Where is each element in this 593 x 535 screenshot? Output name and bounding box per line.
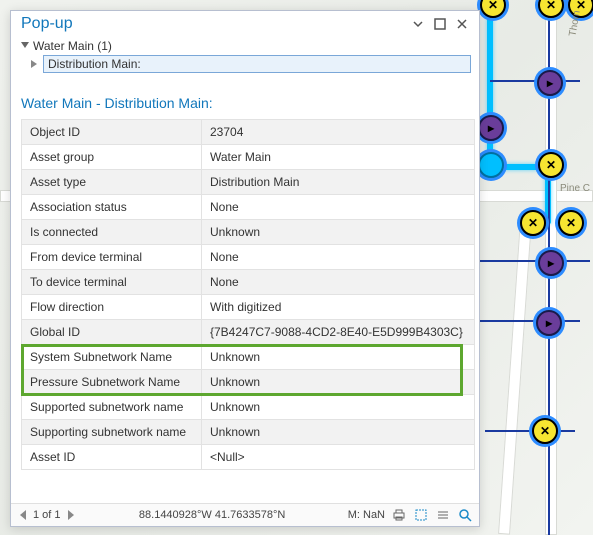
- table-row: Flow directionWith digitized: [22, 295, 475, 320]
- print-icon[interactable]: [391, 507, 407, 523]
- attr-key: Is connected: [22, 220, 202, 245]
- prev-icon[interactable]: [17, 508, 31, 522]
- attr-value: Unknown: [202, 370, 475, 395]
- attr-key: To device terminal: [22, 270, 202, 295]
- attr-key: Pressure Subnetwork Name: [22, 370, 202, 395]
- attribute-table: Object ID23704Asset groupWater MainAsset…: [21, 119, 475, 470]
- table-row: Supporting subnetwork nameUnknown: [22, 420, 475, 445]
- close-icon[interactable]: [453, 15, 471, 33]
- attr-value: 23704: [202, 120, 475, 145]
- table-row: Supported subnetwork nameUnknown: [22, 395, 475, 420]
- table-row: Asset groupWater Main: [22, 145, 475, 170]
- attr-value: None: [202, 195, 475, 220]
- attr-key: Supporting subnetwork name: [22, 420, 202, 445]
- coordinates-text: 88.1440928°W 41.7633578°N: [139, 509, 285, 521]
- table-row: Association statusNone: [22, 195, 475, 220]
- scale-text: M: NaN: [348, 509, 385, 521]
- tree-root-item[interactable]: Water Main (1): [19, 37, 471, 55]
- attr-value: Unknown: [202, 395, 475, 420]
- attr-key: Association status: [22, 195, 202, 220]
- attr-value: With digitized: [202, 295, 475, 320]
- zoom-icon[interactable]: [457, 507, 473, 523]
- chevron-right-icon[interactable]: [29, 58, 41, 70]
- attr-value: Unknown: [202, 345, 475, 370]
- tree-child-label: Distribution Main:: [43, 55, 471, 73]
- panel-header: Pop-up: [11, 11, 479, 35]
- dock-icon[interactable]: [409, 15, 427, 33]
- table-row: To device terminalNone: [22, 270, 475, 295]
- table-row: System Subnetwork NameUnknown: [22, 345, 475, 370]
- tree-child-item[interactable]: Distribution Main:: [41, 55, 471, 73]
- attr-key: System Subnetwork Name: [22, 345, 202, 370]
- table-row: Is connectedUnknown: [22, 220, 475, 245]
- attr-value: Unknown: [202, 220, 475, 245]
- next-icon[interactable]: [63, 508, 77, 522]
- attr-key: Asset ID: [22, 445, 202, 470]
- street-label: Thorn: [567, 10, 582, 38]
- attr-key: Flow direction: [22, 295, 202, 320]
- feature-tree: Water Main (1) Distribution Main:: [11, 35, 479, 75]
- panel-title: Pop-up: [21, 15, 405, 33]
- attr-key: Supported subnetwork name: [22, 395, 202, 420]
- attr-key: Asset type: [22, 170, 202, 195]
- attribute-scroll-area[interactable]: Water Main - Distribution Main: Object I…: [11, 89, 479, 503]
- attr-value: Distribution Main: [202, 170, 475, 195]
- attr-value: None: [202, 270, 475, 295]
- street-label: Pine C: [560, 183, 590, 194]
- table-row: Pressure Subnetwork NameUnknown: [22, 370, 475, 395]
- table-row: Object ID23704: [22, 120, 475, 145]
- attr-key: Global ID: [22, 320, 202, 345]
- attr-key: Object ID: [22, 120, 202, 145]
- table-row: Global ID{7B4247C7-9088-4CD2-8E40-E5D999…: [22, 320, 475, 345]
- menu-dots-icon[interactable]: [435, 507, 451, 523]
- select-icon[interactable]: [413, 507, 429, 523]
- attr-value: {7B4247C7-9088-4CD2-8E40-E5D999B4303C}: [202, 320, 475, 345]
- attr-value: <Null>: [202, 445, 475, 470]
- tree-root-label: Water Main (1): [33, 39, 112, 53]
- popup-panel: Pop-up Water Main (1) Distribution Main:…: [10, 10, 480, 527]
- attr-value: Water Main: [202, 145, 475, 170]
- table-row: From device terminalNone: [22, 245, 475, 270]
- section-title: Water Main - Distribution Main:: [21, 95, 475, 111]
- footer-bar: 1 of 1 88.1440928°W 41.7633578°N M: NaN: [11, 503, 479, 526]
- attr-key: From device terminal: [22, 245, 202, 270]
- attr-value: Unknown: [202, 420, 475, 445]
- table-row: Asset ID<Null>: [22, 445, 475, 470]
- chevron-down-icon[interactable]: [19, 40, 31, 52]
- pager-text: 1 of 1: [33, 509, 61, 521]
- table-row: Asset typeDistribution Main: [22, 170, 475, 195]
- attr-key: Asset group: [22, 145, 202, 170]
- menu-icon[interactable]: [431, 15, 449, 33]
- attr-value: None: [202, 245, 475, 270]
- pager: 1 of 1: [17, 508, 77, 522]
